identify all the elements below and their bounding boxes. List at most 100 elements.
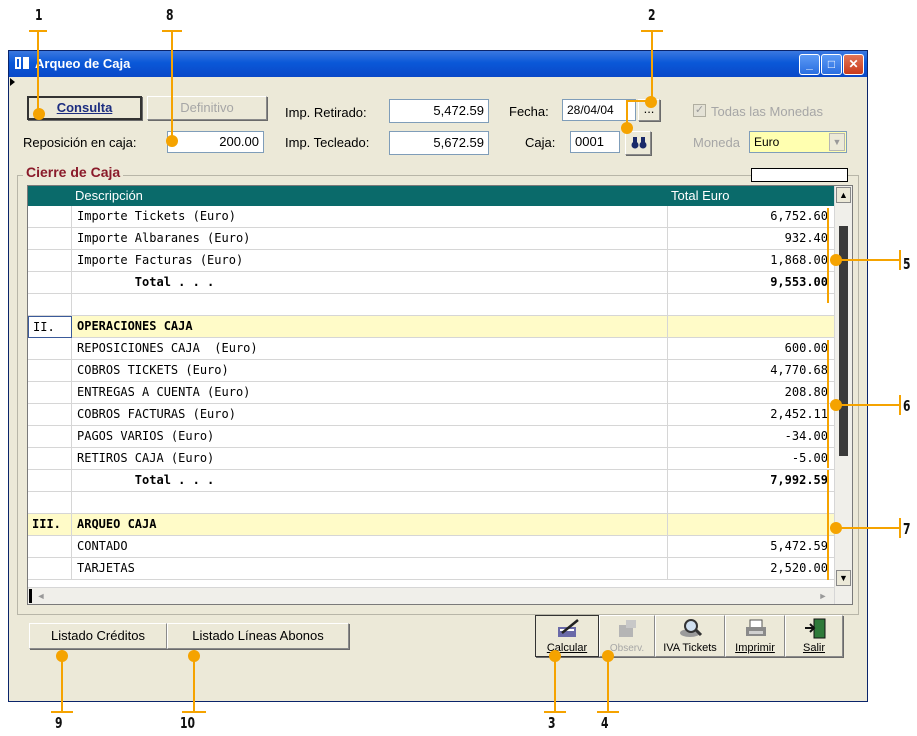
row-total-cell: 9,553.00 — [770, 275, 828, 289]
window-title: Arqueo de Caja — [35, 56, 131, 71]
row-description-cell: COBROS FACTURAS (Euro) — [73, 404, 668, 426]
imprimir-button[interactable]: Imprimir — [725, 615, 785, 657]
callout-5-cap — [899, 250, 901, 270]
binoculars-icon — [631, 136, 647, 153]
table-row[interactable]: TARJETAS 2,520.00 — [28, 558, 834, 580]
row-code-cell: II. — [28, 316, 72, 338]
maximize-button[interactable]: □ — [821, 54, 842, 75]
row-code-cell — [28, 206, 72, 228]
scroll-up-arrow-icon[interactable]: ▲ — [836, 187, 851, 203]
callout-3-line — [554, 655, 556, 713]
scroll-left-arrow-icon[interactable]: ◄ — [34, 589, 48, 603]
table-row[interactable]: Importe Albaranes (Euro) 932.40 — [28, 228, 834, 250]
table-row[interactable]: Importe Tickets (Euro) 6,752.60 — [28, 206, 834, 228]
row-code-cell — [28, 360, 72, 382]
caja-search-button[interactable] — [625, 131, 651, 155]
callout-2-cap — [641, 30, 663, 32]
callout-1-cap — [29, 30, 47, 32]
table-row[interactable]: REPOSICIONES CAJA (Euro) 600.00 — [28, 338, 834, 360]
callout-7-line — [837, 527, 901, 529]
arqueo-window: Arqueo de Caja _ □ ✕ Consulta Definitivo… — [8, 50, 868, 702]
listado-lineas-abonos-button[interactable]: Listado Líneas Abonos — [167, 623, 349, 649]
row-total-cell: 2,452.11 — [770, 407, 828, 421]
scroll-right-arrow-icon[interactable]: ► — [816, 589, 830, 603]
callout-2: 2 — [648, 6, 656, 24]
caja-input[interactable]: 0001 — [570, 131, 620, 153]
callout-3-dot — [549, 650, 561, 662]
table-row[interactable] — [28, 294, 834, 316]
app-icon — [14, 56, 30, 70]
notes-icon — [616, 619, 640, 642]
row-description-cell: COBROS TICKETS (Euro) — [73, 360, 668, 382]
definitivo-button[interactable]: Definitivo — [147, 96, 267, 120]
vertical-scrollbar[interactable]: ▲ ▼ — [834, 186, 852, 604]
chevron-down-icon[interactable]: ▼ — [829, 133, 845, 151]
row-description-cell: Importe Albaranes (Euro) — [73, 228, 668, 250]
row-total-cell: 4,770.68 — [770, 363, 828, 377]
row-total-cell: 600.00 — [784, 341, 828, 355]
minimize-button[interactable]: _ — [799, 54, 820, 75]
scroll-down-arrow-icon[interactable]: ▼ — [836, 570, 851, 586]
reposicion-input[interactable]: 200.00 — [167, 131, 264, 153]
horizontal-scrollbar[interactable]: ◄ ► — [28, 587, 834, 604]
cierre-caja-grid[interactable]: Descripción Total Euro Importe Tickets (… — [27, 185, 853, 605]
table-row[interactable]: PAGOS VARIOS (Euro) -34.00 — [28, 426, 834, 448]
fecha-input[interactable]: 28/04/04 — [562, 99, 636, 121]
table-row[interactable]: CONTADO 5,472.59 — [28, 536, 834, 558]
row-description-cell: CONTADO — [73, 536, 668, 558]
todas-monedas-label: Todas las Monedas — [711, 104, 824, 119]
row-total-cell: 208.80 — [784, 385, 828, 399]
callout-8-line — [171, 30, 173, 142]
title-bar[interactable]: Arqueo de Caja _ □ ✕ — [9, 51, 867, 77]
row-description-cell — [73, 492, 668, 514]
total-row[interactable]: Total . . . 7,992.59 — [28, 470, 834, 492]
header-total-euro[interactable]: Total Euro — [671, 188, 730, 203]
row-description-cell: TARJETAS — [73, 558, 668, 580]
row-code-cell — [28, 426, 72, 448]
row-code-cell — [28, 448, 72, 470]
callout-7-bracket — [827, 470, 829, 580]
row-description-cell: ARQUEO CAJA — [73, 514, 668, 536]
todas-monedas-checkbox[interactable]: ✓ — [693, 104, 706, 117]
header-descripcion[interactable]: Descripción — [75, 188, 143, 203]
record-pointer-icon — [10, 78, 15, 86]
iva-tickets-label: IVA Tickets — [663, 642, 717, 654]
table-row[interactable]: Importe Facturas (Euro) 1,868.00 — [28, 250, 834, 272]
close-button[interactable]: ✕ — [843, 54, 864, 75]
calcular-button[interactable]: Calcular — [535, 615, 599, 657]
callout-2-line — [651, 30, 653, 102]
section-row[interactable]: II. OPERACIONES CAJA — [28, 316, 834, 338]
callout-6-dot — [830, 399, 842, 411]
callout-8-dot — [166, 135, 178, 147]
moneda-select[interactable]: Euro ▼ — [749, 131, 847, 153]
callout-10: 10 — [180, 714, 196, 732]
callout-4: 4 — [601, 714, 609, 732]
callout-5: 5 — [903, 255, 911, 273]
callout-2-dot-b — [621, 122, 633, 134]
table-row[interactable]: ENTREGAS A CUENTA (Euro) 208.80 — [28, 382, 834, 404]
row-description-cell: REPOSICIONES CAJA (Euro) — [73, 338, 668, 360]
exit-door-icon — [804, 618, 828, 643]
row-code-cell — [28, 272, 72, 294]
row-code-cell — [28, 382, 72, 404]
iva-tickets-button[interactable]: IVA Tickets — [655, 615, 725, 657]
salir-button[interactable]: Salir — [785, 615, 843, 657]
section-row[interactable]: III. ARQUEO CAJA — [28, 514, 834, 536]
scroll-thumb-h[interactable] — [29, 589, 32, 603]
magnifier-icon — [678, 618, 704, 643]
table-row[interactable]: RETIROS CAJA (Euro) -5.00 — [28, 448, 834, 470]
callout-1-dot — [33, 108, 45, 120]
row-code-cell — [28, 470, 72, 492]
row-total-cell: 7,992.59 — [770, 473, 828, 487]
total-row[interactable]: Total . . . 9,553.00 — [28, 272, 834, 294]
callout-4-dot — [602, 650, 614, 662]
table-row[interactable]: COBROS TICKETS (Euro) 4,770.68 — [28, 360, 834, 382]
listado-creditos-button[interactable]: Listado Créditos — [29, 623, 167, 649]
imp-tecleado-field: 5,672.59 — [389, 131, 489, 155]
row-code-cell — [28, 294, 72, 316]
table-row[interactable] — [28, 492, 834, 514]
callout-10-dot — [188, 650, 200, 662]
row-total-cell: -34.00 — [784, 429, 828, 443]
row-total-cell — [669, 492, 834, 514]
table-row[interactable]: COBROS FACTURAS (Euro) 2,452.11 — [28, 404, 834, 426]
